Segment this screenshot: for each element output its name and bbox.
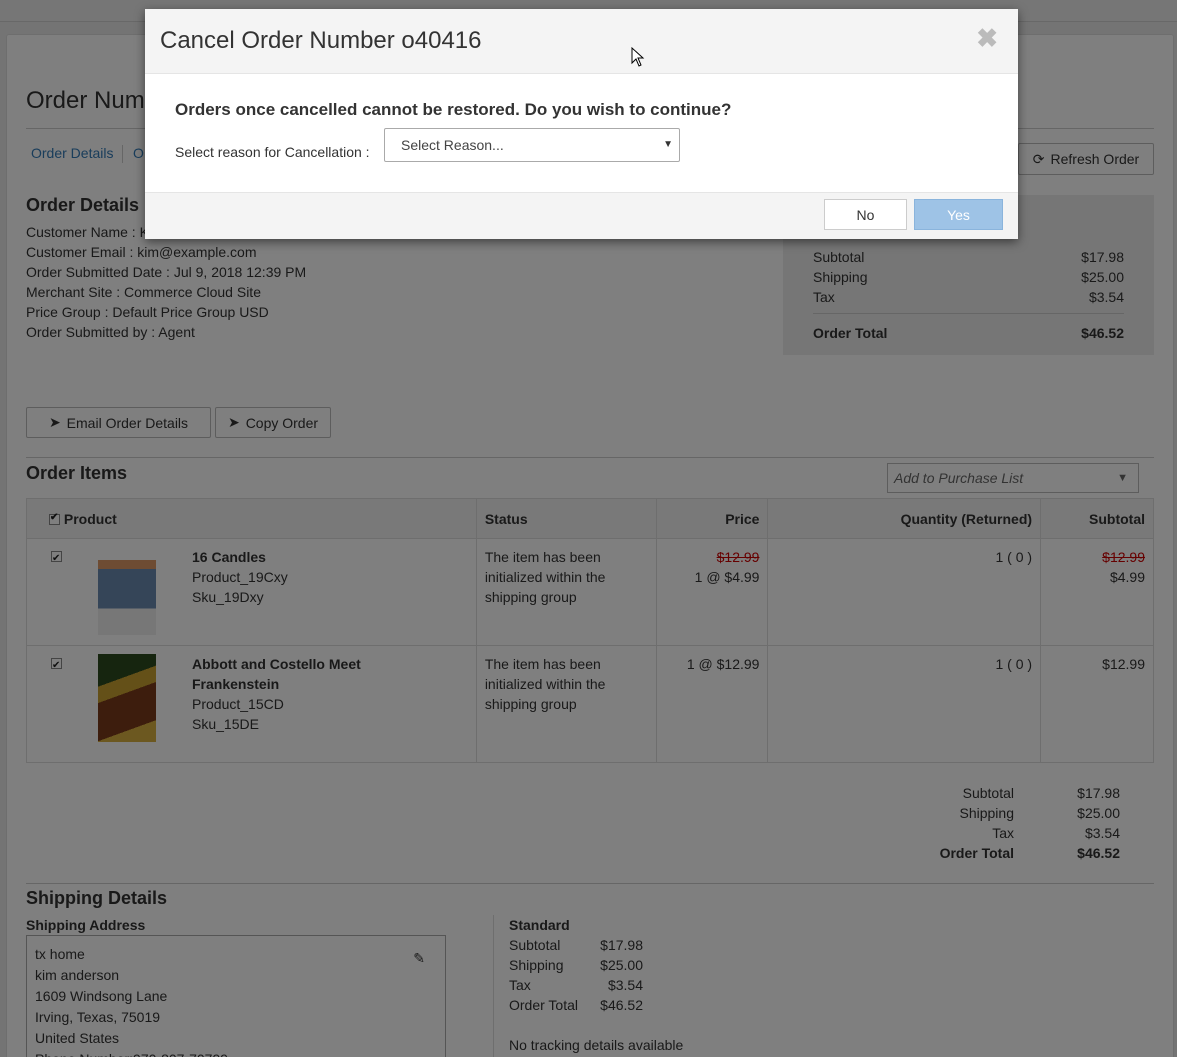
dialog-body: Orders once cancelled cannot be restored… [145,74,1018,192]
dialog-title: Cancel Order Number o40416 [160,27,482,54]
cancel-order-dialog: Cancel Order Number o40416 ✖ Orders once… [145,9,1018,239]
dialog-header: Cancel Order Number o40416 ✖ [145,9,1018,74]
cancel-reason-select[interactable]: Select Reason... ▼ [384,128,680,162]
close-icon[interactable]: ✖ [976,23,998,54]
selected-reason: Select Reason... [401,137,504,153]
cancel-warning: Orders once cancelled cannot be restored… [175,100,732,119]
mouse-cursor-icon [631,47,645,67]
no-button[interactable]: No [824,199,907,230]
yes-button[interactable]: Yes [914,199,1003,230]
dialog-footer: No Yes [145,192,1018,239]
reason-label: Select reason for Cancellation : [175,144,370,160]
caret-down-icon: ▼ [663,139,673,150]
